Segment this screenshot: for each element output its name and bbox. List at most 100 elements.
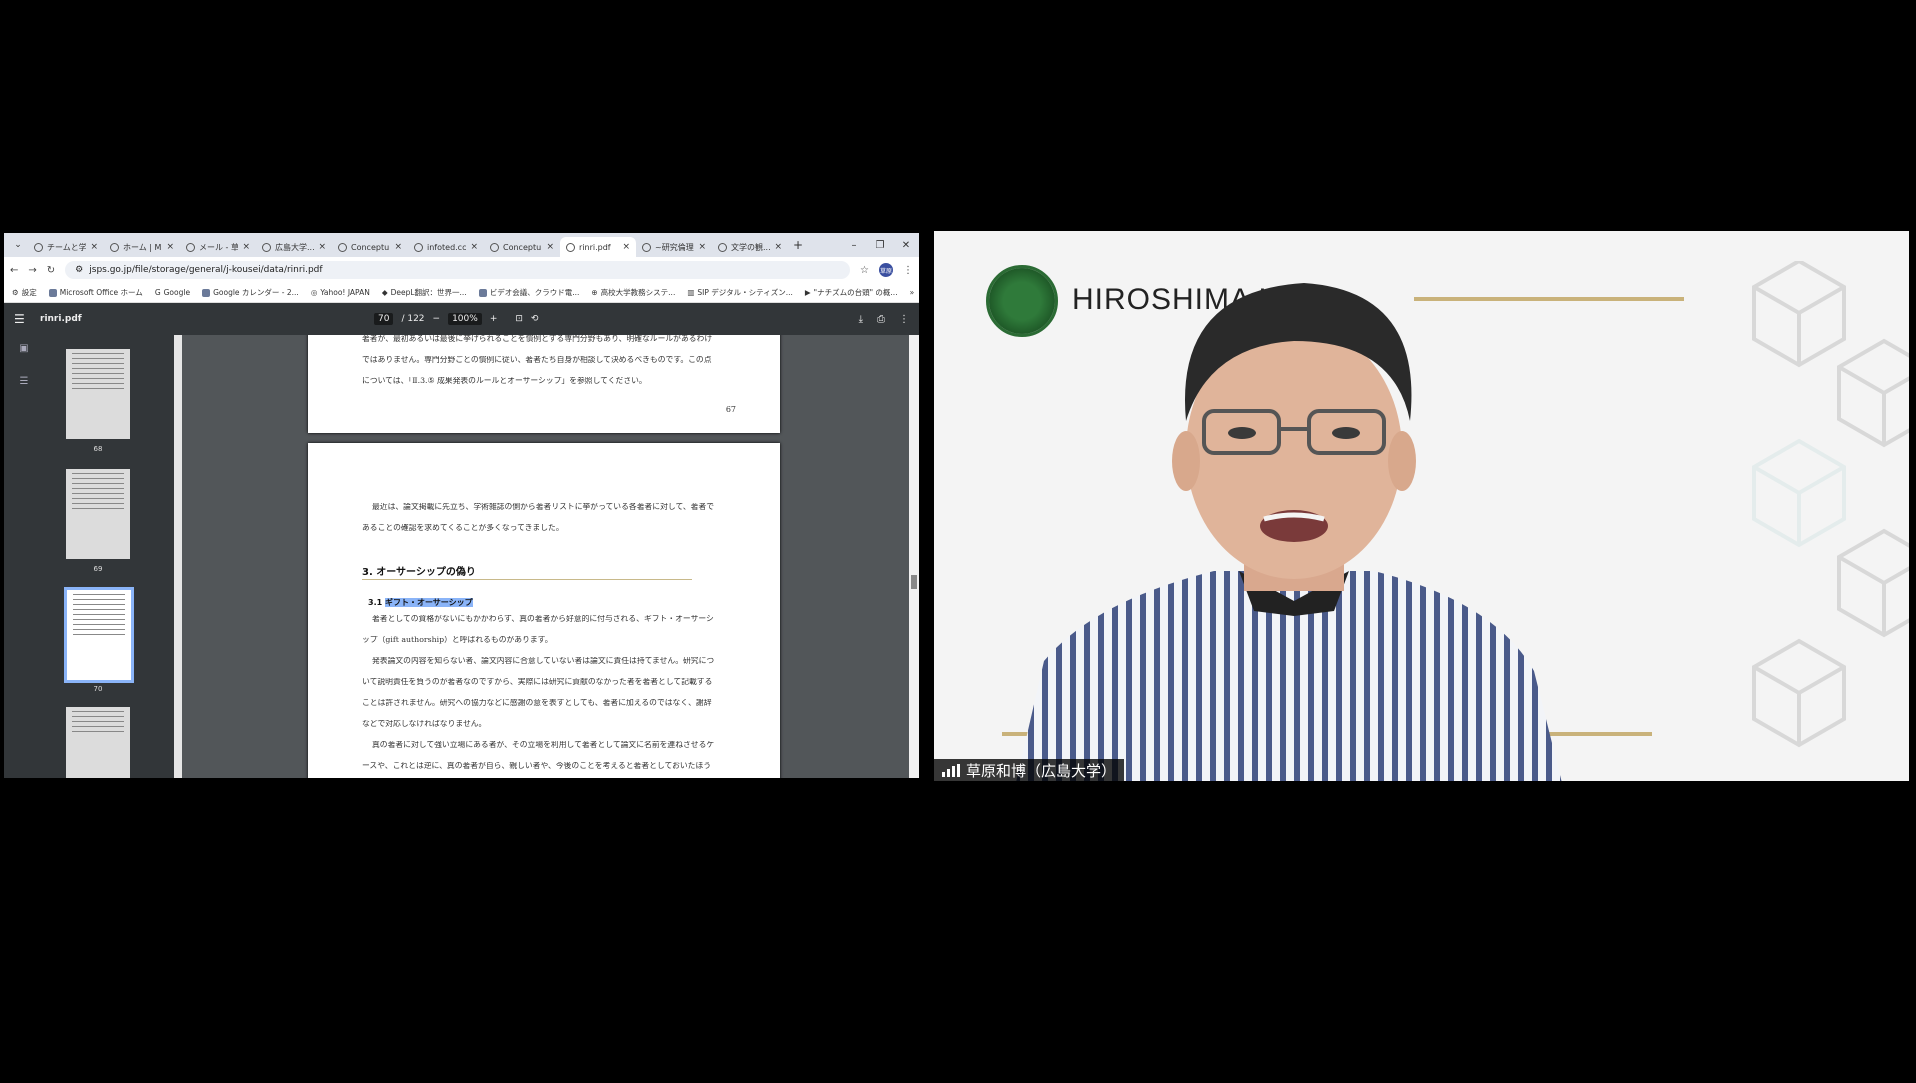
tab-favicon-icon: [718, 242, 727, 252]
calendar-icon: [202, 288, 211, 297]
close-window-icon[interactable]: ✕: [893, 240, 919, 251]
thumbnail-label: 70: [93, 685, 103, 693]
zoom-input[interactable]: 100%: [448, 313, 482, 325]
close-icon[interactable]: ×: [470, 242, 478, 252]
browser-tab[interactable]: Conceptu...×: [332, 237, 408, 257]
restore-icon[interactable]: ❐: [867, 240, 893, 251]
thumbnails-view-icon[interactable]: ▣: [19, 343, 28, 354]
menu-icon[interactable]: ☰: [14, 312, 34, 326]
page-thumbnail[interactable]: [66, 469, 130, 559]
close-icon[interactable]: ×: [90, 242, 98, 252]
more-options-icon[interactable]: ⋮: [899, 314, 909, 325]
page-number-input[interactable]: 70: [374, 313, 394, 325]
thumbnail-label: 69: [93, 565, 103, 573]
more-menu-icon[interactable]: ⋮: [903, 265, 913, 276]
pdf-actions: ⤓ ⎙ ⋮: [859, 314, 909, 325]
back-icon[interactable]: ←: [10, 265, 18, 276]
address-bar[interactable]: ⚙ jsps.go.jp/file/storage/general/j-kous…: [65, 261, 851, 279]
bookmark-item[interactable]: ◎ Yahoo! JAPAN: [311, 288, 370, 297]
highlighted-selection: ギフト・オーサーシップ: [384, 598, 473, 607]
globe-icon: ⊕: [591, 288, 598, 297]
bookmark-item[interactable]: Microsoft Office ホーム: [48, 287, 143, 298]
zoom-out-icon[interactable]: −: [433, 314, 441, 324]
subsection-heading: 3.1 ギフト・オーサーシップ: [368, 598, 473, 607]
tab-favicon-icon: [414, 242, 423, 252]
close-icon[interactable]: ×: [774, 242, 782, 252]
zoom-in-icon[interactable]: +: [490, 314, 498, 324]
participant-name: 草原和博（広島大学）: [966, 761, 1117, 780]
tab-favicon-icon: [490, 242, 499, 252]
print-icon[interactable]: ⎙: [877, 314, 885, 325]
browser-tab[interactable]: ~研究倫理...×: [636, 237, 712, 257]
zoom-icon: [478, 288, 487, 297]
pdf-document: 著者が、最初あるいは最後に挙げられることを慣例とする専門分野もあり、明確なルール…: [182, 335, 919, 778]
close-icon[interactable]: ×: [242, 242, 250, 252]
browser-tab[interactable]: メール - 草...×: [180, 237, 256, 257]
browser-tabbar: ⌄ チームと学...× ホーム | Mi...× メール - 草...× 広島大…: [4, 233, 919, 257]
google-icon: G: [154, 288, 161, 297]
browser-toolbar: ← → ↻ ⚙ jsps.go.jp/file/storage/general/…: [4, 257, 919, 283]
bookmark-item[interactable]: ▶ "ナチズムの台頭" の概...: [805, 287, 898, 298]
bookmark-favicon-icon: [48, 288, 57, 297]
minimize-icon[interactable]: –: [841, 240, 867, 251]
bookmark-star-icon[interactable]: ☆: [860, 265, 869, 276]
browser-tab[interactable]: infoted.cc...×: [408, 237, 484, 257]
pdf-page-controls: 70 / 122 − 100% + ⊡ ⟲: [374, 313, 538, 325]
browser-tab[interactable]: ホーム | Mi...×: [104, 237, 180, 257]
bookmark-item[interactable]: ◆ DeepL翻訳：世界一...: [382, 287, 467, 298]
pdf-viewer-area: ▣ ☰ 68 69 70 著者が、最初あるいは最後に挙げられることを慣例とする専…: [4, 335, 919, 778]
tab-search-button[interactable]: ⌄: [8, 240, 28, 250]
browser-tab[interactable]: Conceptu...×: [484, 237, 560, 257]
browser-tab[interactable]: チームと学...×: [28, 237, 104, 257]
new-tab-button[interactable]: +: [788, 238, 808, 252]
close-icon[interactable]: ×: [622, 242, 630, 252]
bookmark-item[interactable]: ⊕ 高校大学教務システ...: [591, 287, 675, 298]
bookmark-item[interactable]: G Google: [155, 288, 190, 297]
bookmark-item[interactable]: ⚙ 設定: [12, 287, 37, 298]
page-total: / 122: [401, 314, 425, 324]
reload-icon[interactable]: ↻: [47, 265, 55, 276]
page-thumbnail[interactable]: [66, 349, 130, 439]
hexagon-pattern: [1752, 261, 1909, 748]
outline-view-icon[interactable]: ☰: [20, 376, 29, 387]
bookmark-item[interactable]: Google カレンダー - 2...: [202, 287, 299, 298]
close-icon[interactable]: ×: [166, 242, 174, 252]
browser-tab-active[interactable]: rinri.pdf ×: [560, 237, 636, 257]
speaker-figure: [1016, 283, 1562, 781]
thumbnail-label: 68: [93, 445, 103, 453]
bookmark-item[interactable]: ▥ SIP デジタル・シティズン...: [687, 287, 793, 298]
forward-icon[interactable]: →: [28, 265, 36, 276]
avatar[interactable]: 草原: [879, 263, 893, 277]
tab-favicon-icon: [338, 242, 347, 252]
heading-rule: [362, 579, 692, 580]
window-controls: – ❐ ✕: [841, 240, 919, 251]
fit-page-icon[interactable]: ⊡: [515, 314, 523, 324]
more-bookmarks-icon[interactable]: »: [910, 288, 915, 297]
tab-favicon-icon: [566, 242, 575, 252]
signal-strength-icon: [942, 763, 960, 777]
document-scrollbar[interactable]: [909, 335, 919, 778]
sip-icon: ▥: [687, 288, 695, 297]
pdf-filename: rinri.pdf: [40, 314, 82, 324]
thumbnail-scrollbar[interactable]: [174, 335, 182, 778]
tab-favicon-icon: [262, 242, 271, 252]
close-icon[interactable]: ×: [546, 242, 554, 252]
rotate-icon[interactable]: ⟲: [531, 314, 539, 324]
url-text: jsps.go.jp/file/storage/general/j-kousei…: [89, 265, 323, 275]
tab-favicon-icon: [186, 242, 195, 252]
browser-tab[interactable]: 広島大学... ×: [256, 237, 332, 257]
close-icon[interactable]: ×: [318, 242, 326, 252]
bookmark-item[interactable]: ビデオ会議、クラウド電...: [478, 287, 579, 298]
page-thumbnail-selected[interactable]: [64, 587, 134, 683]
deepl-icon: ◆: [381, 288, 388, 297]
video-icon: ▶: [804, 288, 811, 297]
browser-tab[interactable]: 文学の観... ×: [712, 237, 788, 257]
close-icon[interactable]: ×: [394, 242, 402, 252]
yahoo-icon: ◎: [310, 288, 318, 297]
thumbnail-panel: 68 69 70: [44, 335, 174, 778]
page-thumbnail[interactable]: [66, 707, 130, 778]
download-icon[interactable]: ⤓: [859, 314, 863, 325]
scrollbar-thumb[interactable]: [911, 575, 917, 589]
close-icon[interactable]: ×: [698, 242, 706, 252]
site-info-icon[interactable]: ⚙: [75, 265, 83, 275]
